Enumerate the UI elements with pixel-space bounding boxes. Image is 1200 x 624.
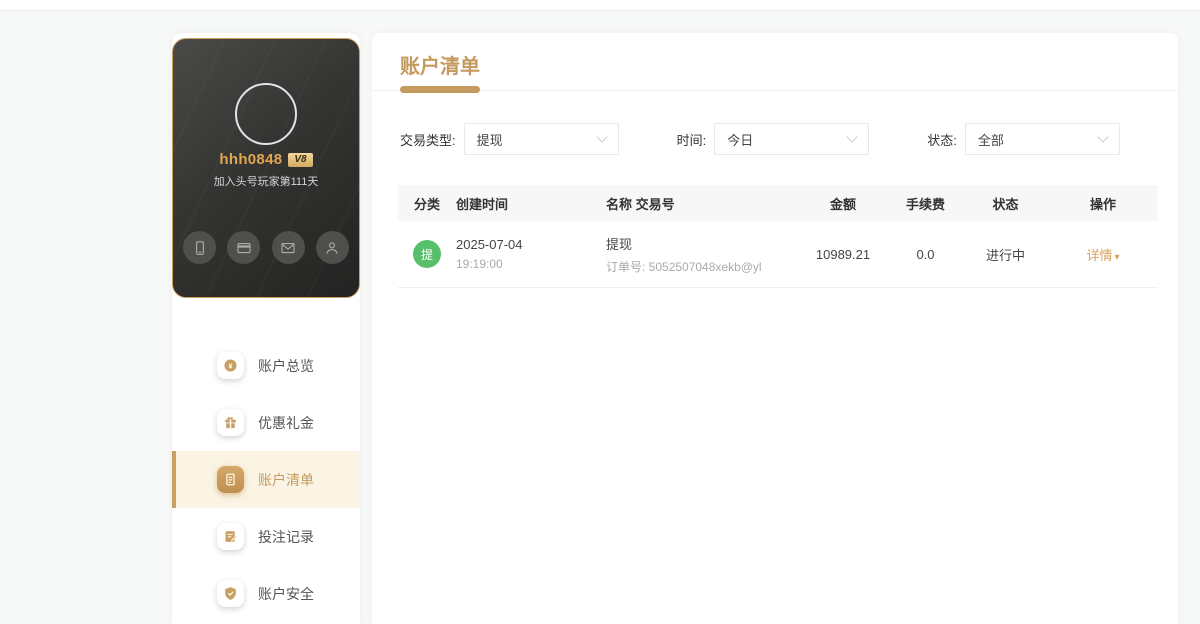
status-select[interactable]: 全部 (964, 123, 1120, 155)
created-time-cell: 2025-07-04 19:19:00 (456, 237, 606, 271)
gift-icon (217, 409, 244, 436)
shield-icon (217, 580, 244, 607)
coin-icon: ¥ (217, 352, 244, 379)
col-status: 状态 (992, 196, 1019, 212)
filter-status: 状态: 全部 (927, 123, 1120, 155)
select-value: 提现 (476, 132, 503, 148)
statement-icon (217, 466, 244, 493)
filter-label: 时间: (676, 132, 707, 148)
col-created-time: 创建时间 (456, 196, 509, 212)
filter-bar: 交易类型: 提现 时间: 今日 状态: 全部 (400, 123, 1178, 155)
status-cell: 进行中 (985, 247, 1025, 263)
details-link[interactable]: 详情 ▾ (1086, 248, 1119, 263)
transactions-table: 分类 创建时间 名称 交易号 金额 手续费 状态 操作 提 2025-07-04… (398, 185, 1158, 288)
title-section: 账户清单 (372, 33, 1178, 93)
filter-label: 状态: (927, 132, 957, 148)
col-name-txid: 名称 交易号 (606, 196, 675, 212)
select-value: 全部 (977, 132, 1004, 148)
col-amount: 金额 (829, 196, 856, 212)
action-cell: 详情 ▾ (1048, 245, 1158, 264)
caret-down-icon: ▾ (1114, 251, 1120, 263)
sidebar-item-account-statement[interactable]: 账户清单 (172, 451, 360, 508)
sidebar-item-label: 优惠礼金 (258, 414, 314, 431)
vip-level-badge: V8 (288, 152, 313, 167)
time-select[interactable]: 今日 (714, 123, 870, 155)
user-card: hhh0848 V8 加入头号玩家第111天 (172, 38, 360, 298)
filter-transaction-type: 交易类型: 提现 (400, 123, 619, 155)
title-underline (400, 86, 480, 93)
sidebar: hhh0848 V8 加入头号玩家第111天 ¥ 账户总览 优惠礼金 账户清单 … (172, 33, 360, 624)
select-value: 今日 (727, 132, 754, 148)
transaction-name: 提现 (606, 236, 633, 252)
sidebar-item-label: 投注记录 (258, 528, 314, 545)
phone-icon[interactable] (183, 231, 216, 264)
bank-card-icon[interactable] (227, 231, 261, 264)
svg-text:¥: ¥ (229, 362, 233, 370)
transaction-type-select[interactable]: 提现 (463, 123, 619, 155)
table-header: 分类 创建时间 名称 交易号 金额 手续费 状态 操作 (398, 185, 1158, 221)
name-txid-cell: 提现 订单号: 5052507048xekb@yl (606, 234, 798, 275)
filter-label: 交易类型: (400, 132, 456, 148)
chevron-down-icon (1097, 131, 1109, 143)
sidebar-item-account-overview[interactable]: ¥ 账户总览 (172, 337, 360, 394)
sidebar-item-label: 账户总览 (258, 357, 314, 374)
col-action: 操作 (1089, 196, 1116, 212)
sidebar-item-label: 账户清单 (258, 471, 314, 488)
created-date: 2025-07-04 (456, 237, 523, 252)
chevron-down-icon (846, 131, 858, 143)
sidebar-item-bet-records[interactable]: 投注记录 (172, 508, 360, 565)
table-row: 提 2025-07-04 19:19:00 提现 订单号: 5052507048… (398, 221, 1158, 288)
quick-actions (173, 231, 359, 264)
page-title: 账户清单 (400, 56, 480, 78)
mail-icon[interactable] (271, 231, 305, 264)
col-category: 分类 (413, 196, 440, 212)
amount-cell: 10989.21 (815, 246, 871, 262)
fee-cell: 0.0 (916, 246, 935, 262)
col-fee: 手续费 (905, 196, 945, 212)
sidebar-menu: ¥ 账户总览 优惠礼金 账户清单 投注记录 账户安全 (172, 337, 360, 622)
category-cell: 提 (398, 240, 456, 268)
bet-record-icon (217, 523, 244, 550)
top-divider (0, 0, 1200, 11)
sidebar-item-account-security[interactable]: 账户安全 (172, 565, 360, 622)
details-label: 详情 (1086, 247, 1113, 263)
created-time: 19:19:00 (456, 257, 503, 271)
sidebar-item-promotions[interactable]: 优惠礼金 (172, 394, 360, 451)
join-days-text: 加入头号玩家第111天 (213, 176, 319, 188)
order-number: 订单号: 5052507048xekb@yl (606, 259, 762, 274)
sidebar-item-label: 账户安全 (258, 585, 314, 602)
username: hhh0848 (219, 151, 283, 168)
profile-icon[interactable] (315, 231, 349, 264)
main-panel: 账户清单 交易类型: 提现 时间: 今日 状态: 全部 分类 创建时间 名称 交… (372, 33, 1178, 624)
avatar[interactable] (235, 83, 297, 145)
filter-time: 时间: 今日 (677, 123, 870, 155)
chevron-down-icon (595, 131, 608, 143)
withdraw-badge: 提 (413, 240, 441, 268)
